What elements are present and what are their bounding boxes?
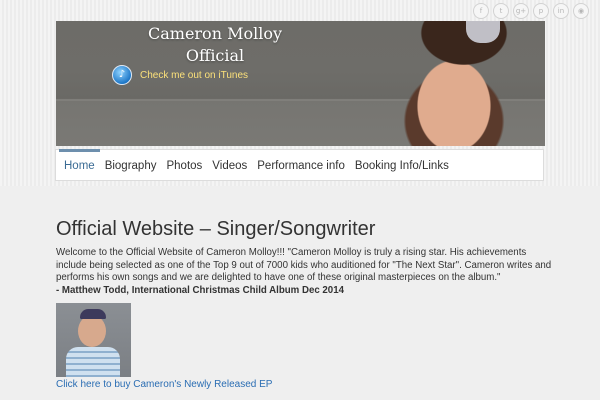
twitter-icon[interactable]: t — [493, 3, 509, 19]
photo-face — [78, 315, 106, 347]
page-title: Official Website – Singer/Songwriter — [56, 218, 376, 240]
nav-item-home[interactable]: Home — [59, 149, 100, 180]
nav-item-biography[interactable]: Biography — [100, 150, 162, 180]
cameron-photo[interactable] — [56, 303, 131, 377]
photo-hat — [80, 309, 106, 319]
main-content: Official Website – Singer/Songwriter Wel… — [56, 214, 556, 390]
facebook-icon[interactable]: f — [473, 3, 489, 19]
brand-line-2: Official — [185, 46, 245, 65]
main-nav: Home Biography Photos Videos Performance… — [55, 149, 544, 181]
nav-item-videos[interactable]: Videos — [207, 150, 252, 180]
banner-portrait — [314, 21, 545, 146]
nav-item-booking-info[interactable]: Booking Info/Links — [350, 150, 454, 180]
google-plus-icon[interactable]: g+ — [513, 3, 529, 19]
social-links: f t g+ p in ◉ — [473, 3, 589, 19]
banner-cap — [466, 21, 500, 43]
rss-icon[interactable]: ◉ — [573, 3, 589, 19]
itunes-icon: ♪ — [112, 65, 132, 85]
nav-item-photos[interactable]: Photos — [161, 150, 207, 180]
header-banner[interactable]: Cameron Molloy Official ♪ Check me out o… — [56, 21, 545, 146]
itunes-link-label: Check me out on iTunes — [140, 69, 249, 81]
nav-item-performance-info[interactable]: Performance info — [252, 150, 350, 180]
quote-attribution: - Matthew Todd, International Christmas … — [56, 284, 344, 296]
brand-line-1: Cameron Molloy — [147, 24, 282, 43]
linkedin-icon[interactable]: in — [553, 3, 569, 19]
pinterest-icon[interactable]: p — [533, 3, 549, 19]
itunes-link[interactable]: ♪ Check me out on iTunes — [112, 65, 248, 85]
buy-ep-link[interactable]: Click here to buy Cameron's Newly Releas… — [56, 379, 556, 390]
photo-shirt — [66, 347, 120, 377]
site-logo-text[interactable]: Cameron Molloy Official — [140, 23, 290, 67]
intro-paragraph: Welcome to the Official Website of Camer… — [56, 247, 556, 297]
intro-text: Welcome to the Official Website of Camer… — [56, 247, 552, 283]
